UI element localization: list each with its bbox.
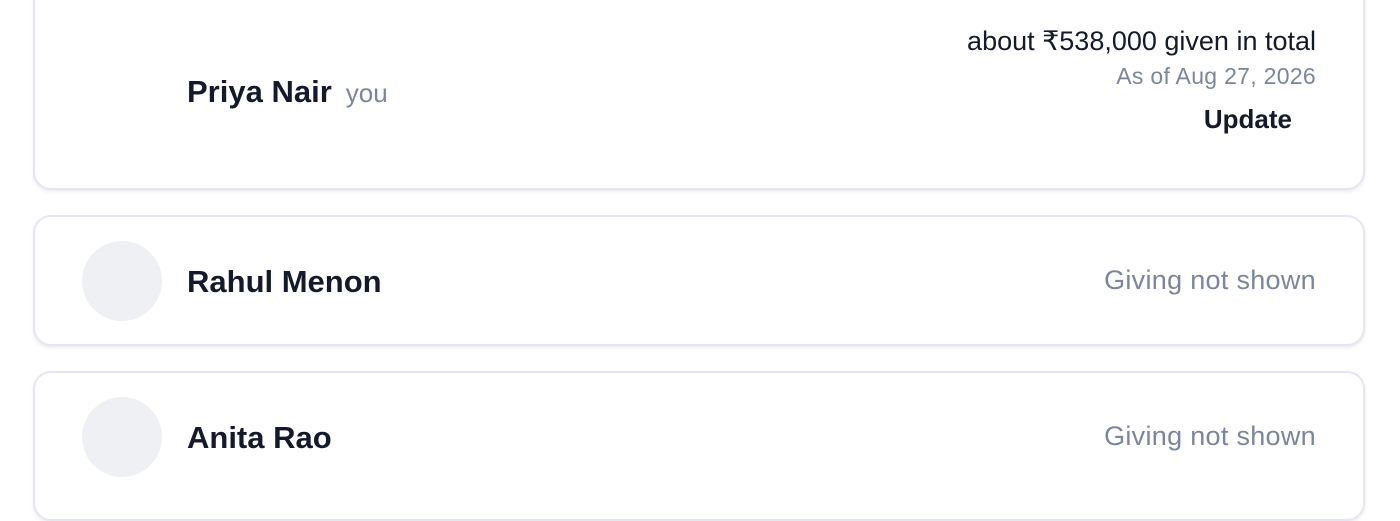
avatar <box>82 397 162 477</box>
you-label: you <box>345 78 388 108</box>
person-card-anita-rao: Anita Rao Giving not shown <box>33 371 1365 521</box>
giving-status: Giving not shown <box>1104 265 1316 295</box>
update-button[interactable]: Update <box>1204 104 1292 135</box>
giving-status: Giving not shown <box>1104 421 1316 451</box>
person-card-priya-nair: Priya Nair you about ₹538,000 given in to… <box>33 0 1365 190</box>
as-of-date: As of Aug 27, 2026 <box>1116 63 1316 89</box>
person-name: Rahul Menon <box>187 264 382 299</box>
person-name-row: Priya Nair you <box>187 74 388 110</box>
giving-summary: about ₹538,000 given in total As of Aug … <box>967 24 1316 135</box>
person-card-rahul-menon: Rahul Menon Giving not shown <box>33 215 1365 346</box>
giving-total: about ₹538,000 given in total <box>967 26 1316 56</box>
person-name: Anita Rao <box>187 420 332 455</box>
person-name: Priya Nair <box>187 74 332 109</box>
avatar <box>82 241 162 321</box>
